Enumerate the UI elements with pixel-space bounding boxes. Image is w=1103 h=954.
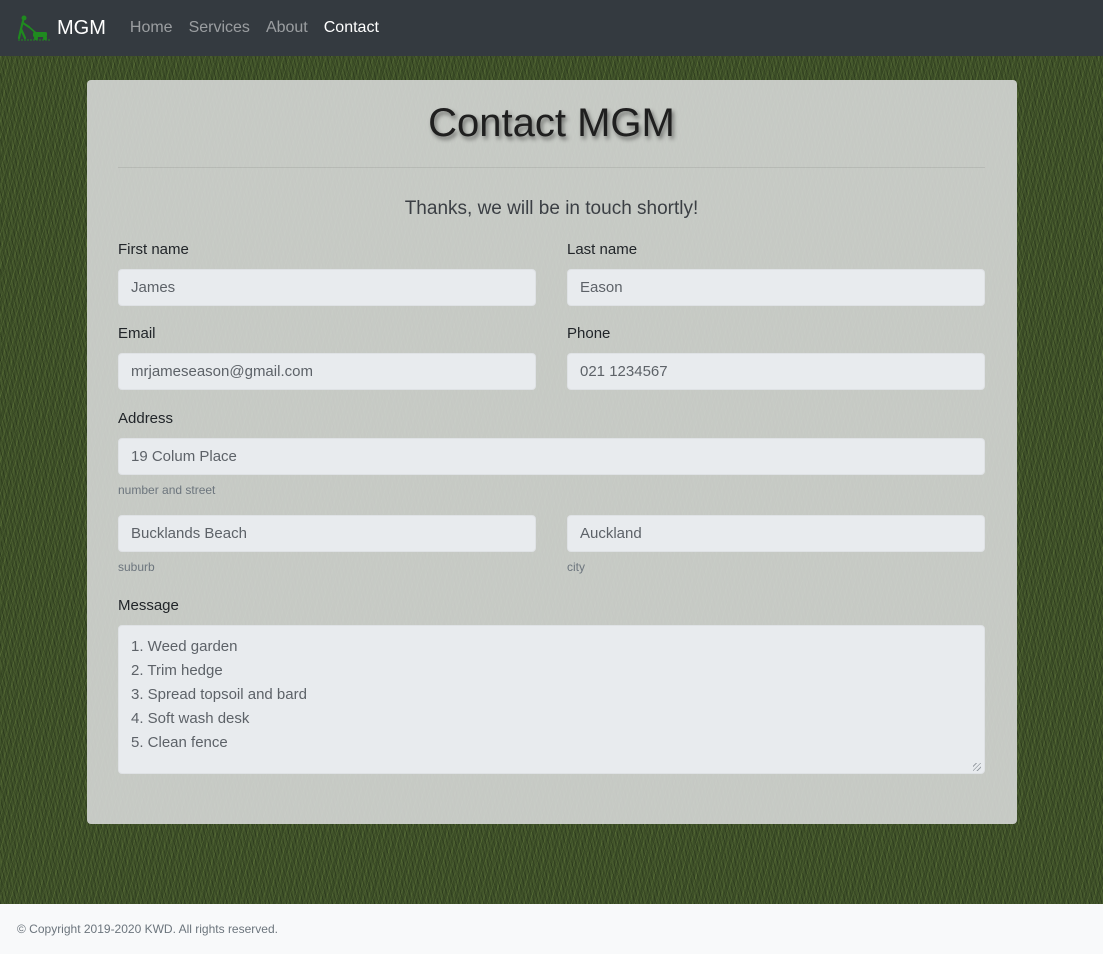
email-label: Email [118,325,156,342]
last-name-input[interactable]: Eason [567,269,985,306]
name-row: First name James Last name Eason [118,240,985,306]
street-value: 19 Colum Place [131,448,237,465]
last-name-value: Eason [580,279,623,296]
street-input[interactable]: 19 Colum Place [118,438,985,475]
city-help: city [567,560,585,574]
contact-card: Contact MGM Thanks, we will be in touch … [87,80,1017,824]
nav-link-home[interactable]: Home [130,19,173,37]
message-line: 4. Soft wash desk [131,710,250,727]
message-line: 3. Spread topsoil and bard [131,686,307,703]
suburb-city-row: Bucklands Beach suburb Auckland city [118,515,985,575]
phone-input[interactable]: 021 1234567 [567,353,985,390]
suburb-input[interactable]: Bucklands Beach [118,515,536,552]
suburb-group: Bucklands Beach suburb [118,515,536,575]
brand-name: MGM [57,16,106,39]
phone-label: Phone [567,325,611,342]
phone-value: 021 1234567 [580,363,668,380]
last-name-group: Last name Eason [567,240,985,306]
suburb-value: Bucklands Beach [131,525,247,542]
address-label: Address [118,410,174,427]
message-line: 5. Clean fence [131,734,228,751]
confirmation-message: Thanks, we will be in touch shortly! [404,198,699,219]
title-divider [118,167,985,168]
message-line: 1. Weed garden [131,638,238,655]
first-name-group: First name James [118,240,536,306]
message-textarea[interactable]: 1. Weed garden 2. Trim hedge 3. Spread t… [118,625,985,774]
first-name-input[interactable]: James [118,269,536,306]
brand-link[interactable]: MGM [16,14,106,42]
message-group: Message 1. Weed garden 2. Trim hedge 3. … [118,596,985,774]
message-line: 2. Trim hedge [131,662,223,679]
first-name-label: First name [118,241,189,258]
email-value: mrjameseason@gmail.com [131,363,313,380]
city-group: Auckland city [567,515,985,575]
suburb-help: suburb [118,560,155,574]
nav-link-contact[interactable]: Contact [324,19,379,37]
city-value: Auckland [580,525,642,542]
message-label: Message [118,597,179,614]
city-input[interactable]: Auckland [567,515,985,552]
nav-link-about[interactable]: About [266,19,308,37]
mower-person-icon [17,15,50,41]
street-help: number and street [118,483,216,497]
address-group: Address 19 Colum Place number and street [118,409,985,498]
resize-grip-icon[interactable] [973,763,981,771]
copyright-text: © Copyright 2019-2020 KWD. All rights re… [17,922,278,936]
last-name-label: Last name [567,241,638,258]
footer: © Copyright 2019-2020 KWD. All rights re… [0,904,1103,954]
nav-link-services[interactable]: Services [189,19,250,37]
navbar: MGM Home Services About Contact [0,0,1103,56]
first-name-value: James [131,279,176,296]
email-input[interactable]: mrjameseason@gmail.com [118,353,536,390]
page-title: Contact MGM [428,101,675,145]
phone-group: Phone 021 1234567 [567,324,985,390]
email-group: Email mrjameseason@gmail.com [118,324,536,390]
contact-row: Email mrjameseason@gmail.com Phone 021 1… [118,324,985,390]
